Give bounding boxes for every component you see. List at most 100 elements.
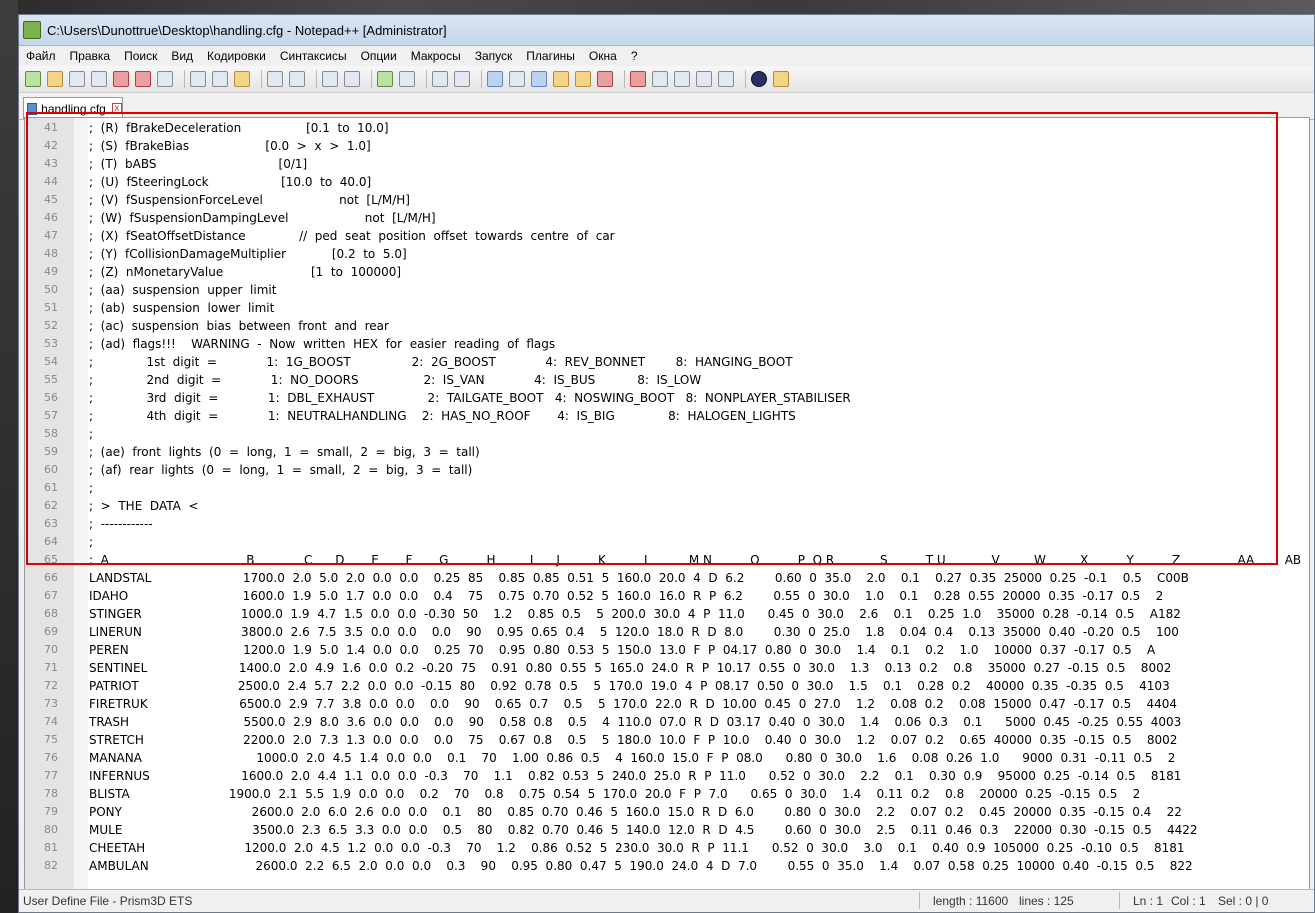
replace-icon[interactable] xyxy=(344,71,360,87)
sync-horizontal-icon[interactable] xyxy=(454,71,470,87)
doc-map-icon[interactable] xyxy=(575,71,591,87)
close-icon[interactable] xyxy=(113,71,129,87)
editor-line[interactable]: 76 MANANA 1000.0 2.0 4.5 1.4 0.0 0.0 0.1 … xyxy=(25,749,1309,767)
copy-icon[interactable] xyxy=(212,71,228,87)
tab-close-icon[interactable]: x xyxy=(111,103,122,114)
editor-line[interactable]: 67 IDAHO 1600.0 1.9 5.0 1.7 0.0 0.0 0.4 7… xyxy=(25,587,1309,605)
editor-line[interactable]: 81 CHEETAH 1200.0 2.0 4.5 1.2 0.0 0.0 -0.… xyxy=(25,839,1309,857)
user-define-icon[interactable] xyxy=(553,71,569,87)
editor-line[interactable]: 46 ; (W) fSuspensionDampingLevel not [L/M… xyxy=(25,209,1309,227)
editor-line[interactable]: 82 AMBULAN 2600.0 2.2 6.5 2.0 0.0 0.0 0.3… xyxy=(25,857,1309,875)
zoom-in-icon[interactable] xyxy=(377,71,393,87)
new-file-icon[interactable] xyxy=(25,71,41,87)
editor-line[interactable]: 51 ; (ab) suspension lower limit xyxy=(25,299,1309,317)
editor-line[interactable]: 77 INFERNUS 1600.0 2.0 4.4 1.1 0.0 0.0 -0… xyxy=(25,767,1309,785)
line-number: 75 xyxy=(44,733,58,746)
editor-line[interactable]: 53 ; (ad) flags!!! WARNING - Now written … xyxy=(25,335,1309,353)
menu-plugins[interactable]: Плагины xyxy=(519,49,582,63)
editor-line[interactable]: 68 STINGER 1000.0 1.9 4.7 1.5 0.0 0.0 -0.… xyxy=(25,605,1309,623)
menu-edit[interactable]: Правка xyxy=(63,49,118,63)
find-icon[interactable] xyxy=(322,71,338,87)
tab-handling-cfg[interactable]: handling.cfg x xyxy=(23,97,123,119)
editor-line[interactable]: 70 PEREN 1200.0 1.9 5.0 1.4 0.0 0.0 0.25 … xyxy=(25,641,1309,659)
editor-line[interactable]: 75 STRETCH 2200.0 2.0 7.3 1.3 0.0 0.0 0.0… xyxy=(25,731,1309,749)
stop-record-icon[interactable] xyxy=(652,71,668,87)
cut-icon[interactable] xyxy=(190,71,206,87)
paste-icon[interactable] xyxy=(234,71,250,87)
word-wrap-icon[interactable] xyxy=(487,71,503,87)
editor-pane[interactable]: 41 ; (R) fBrakeDeceleration [0.1 to 10.0]… xyxy=(24,117,1310,890)
line-text: ; (Z) nMonetaryValue [1 to 100000] xyxy=(89,265,402,279)
editor-line[interactable]: 55 ; 2nd digit = 1: NO_DOORS 2: IS_VAN 4:… xyxy=(25,371,1309,389)
record-macro-icon[interactable] xyxy=(630,71,646,87)
editor-line[interactable]: 79 PONY 2600.0 2.0 6.0 2.6 0.0 0.0 0.1 80… xyxy=(25,803,1309,821)
editor-line[interactable]: 63 ; ------------ xyxy=(25,515,1309,533)
editor-line[interactable]: 43 ; (T) bABS [0/1] xyxy=(25,155,1309,173)
editor-line[interactable]: 44 ; (U) fSteeringLock [10.0 to 40.0] xyxy=(25,173,1309,191)
editor-line[interactable]: 57 ; 4th digit = 1: NEUTRALHANDLING 2: HA… xyxy=(25,407,1309,425)
title-bar[interactable]: C:\Users\Dunottrue\Desktop\handling.cfg … xyxy=(19,15,1314,46)
editor-line[interactable]: 47 ; (X) fSeatOffsetDistance // ped seat … xyxy=(25,227,1309,245)
menu-encoding[interactable]: Кодировки xyxy=(200,49,273,63)
editor-line[interactable]: 58; xyxy=(25,425,1309,443)
line-text: ; 2nd digit = 1: NO_DOORS 2: IS_VAN 4: I… xyxy=(89,373,702,387)
editor-line[interactable]: 80 MULE 3500.0 2.3 6.5 3.3 0.0 0.0 0.5 80… xyxy=(25,821,1309,839)
undo-icon[interactable] xyxy=(267,71,283,87)
editor-line[interactable]: 60 ; (af) rear lights (0 = long, 1 = smal… xyxy=(25,461,1309,479)
show-all-chars-icon[interactable] xyxy=(509,71,525,87)
line-number: 58 xyxy=(44,427,58,440)
menu-view[interactable]: Вид xyxy=(164,49,200,63)
save-icon[interactable] xyxy=(69,71,85,87)
editor-line[interactable]: 66 LANDSTAL 1700.0 2.0 5.0 2.0 0.0 0.0 0.… xyxy=(25,569,1309,587)
menu-language[interactable]: Синтаксисы xyxy=(273,49,354,63)
close-all-icon[interactable] xyxy=(135,71,151,87)
shortcut-icon[interactable] xyxy=(773,71,789,87)
editor-line[interactable]: 56 ; 3rd digit = 1: DBL_EXHAUST 2: TAILGA… xyxy=(25,389,1309,407)
editor-line[interactable]: 65 ; A B C D E F G H I J K L M N O P Q R … xyxy=(25,551,1309,569)
editor-line[interactable]: 61; xyxy=(25,479,1309,497)
save-macro-icon[interactable] xyxy=(718,71,734,87)
editor-line[interactable]: 42 ; (S) fBrakeBias [0.0 > x > 1.0] xyxy=(25,137,1309,155)
run-macro-multiple-icon[interactable] xyxy=(696,71,712,87)
editor-line[interactable]: 69 LINERUN 3800.0 2.6 7.5 3.5 0.0 0.0 0.0… xyxy=(25,623,1309,641)
editor-line[interactable]: 62 ; > THE DATA < xyxy=(25,497,1309,515)
editor-line[interactable]: 72 PATRIOT 2500.0 2.4 5.7 2.2 0.0 0.0 -0.… xyxy=(25,677,1309,695)
editor-line[interactable]: 64; xyxy=(25,533,1309,551)
zoom-out-icon[interactable] xyxy=(399,71,415,87)
open-file-icon[interactable] xyxy=(47,71,63,87)
editor-line[interactable]: 45 ; (V) fSuspensionForceLevel not [L/M/H… xyxy=(25,191,1309,209)
function-list-icon[interactable] xyxy=(597,71,613,87)
editor-line[interactable]: 54 ; 1st digit = 1: 1G_BOOST 2: 2G_BOOST … xyxy=(25,353,1309,371)
play-macro-icon[interactable] xyxy=(674,71,690,87)
editor-line[interactable]: 73 FIRETRUK 6500.0 2.9 7.7 3.8 0.0 0.0 0.… xyxy=(25,695,1309,713)
save-all-icon[interactable] xyxy=(91,71,107,87)
menu-run[interactable]: Запуск xyxy=(468,49,520,63)
line-number: 64 xyxy=(44,535,58,548)
menu-help[interactable]: ? xyxy=(624,49,645,63)
editor-line[interactable]: 78 BLISTA 1900.0 2.1 5.5 1.9 0.0 0.0 0.2 … xyxy=(25,785,1309,803)
line-text: ; (ac) suspension bias between front and… xyxy=(89,319,389,333)
editor-line[interactable]: 41 ; (R) fBrakeDeceleration [0.1 to 10.0] xyxy=(25,119,1309,137)
tab-label: handling.cfg xyxy=(41,101,106,116)
editor-line[interactable]: 48 ; (Y) fCollisionDamageMultiplier [0.2 … xyxy=(25,245,1309,263)
status-ln: Ln : 1 xyxy=(1133,894,1164,908)
editor-line[interactable]: 50 ; (aa) suspension upper limit xyxy=(25,281,1309,299)
indent-guide-icon[interactable] xyxy=(531,71,547,87)
line-number: 45 xyxy=(44,193,58,206)
line-number: 69 xyxy=(44,625,58,638)
menu-settings[interactable]: Опции xyxy=(354,49,404,63)
plugin-icon[interactable] xyxy=(751,71,767,87)
redo-icon[interactable] xyxy=(289,71,305,87)
editor-line[interactable]: 71 SENTINEL 1400.0 2.0 4.9 1.6 0.0 0.2 -0… xyxy=(25,659,1309,677)
menu-file[interactable]: Файл xyxy=(19,49,63,63)
menu-macro[interactable]: Макросы xyxy=(404,49,468,63)
editor-line[interactable]: 74 TRASH 5500.0 2.9 8.0 3.6 0.0 0.0 0.0 9… xyxy=(25,713,1309,731)
menu-window[interactable]: Окна xyxy=(582,49,624,63)
editor-line[interactable]: 59 ; (ae) front lights (0 = long, 1 = sma… xyxy=(25,443,1309,461)
editor-line[interactable]: 52 ; (ac) suspension bias between front a… xyxy=(25,317,1309,335)
menu-search[interactable]: Поиск xyxy=(117,49,164,63)
line-number: 57 xyxy=(44,409,58,422)
editor-line[interactable]: 49 ; (Z) nMonetaryValue [1 to 100000] xyxy=(25,263,1309,281)
sync-vertical-icon[interactable] xyxy=(432,71,448,87)
print-icon[interactable] xyxy=(157,71,173,87)
